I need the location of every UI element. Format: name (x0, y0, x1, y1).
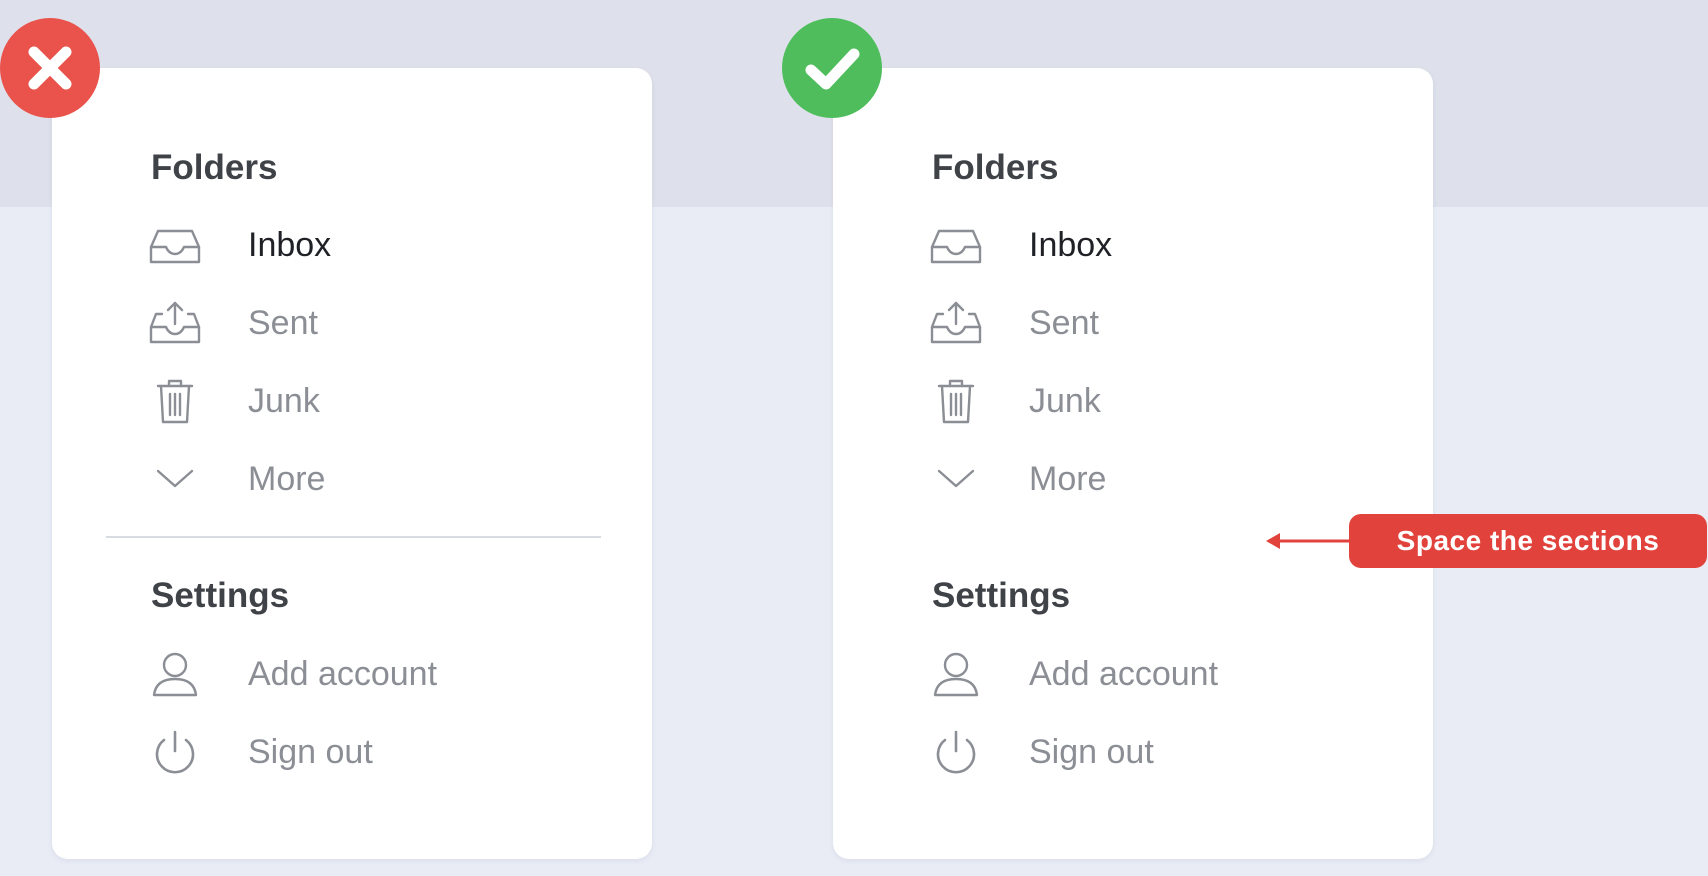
menu-item-add-account[interactable]: Add account (148, 642, 608, 706)
menu-item-label: More (248, 460, 326, 498)
menu-item-label: Sign out (248, 733, 373, 771)
menu-item-label: More (1029, 460, 1107, 498)
menu-item-sent[interactable]: Sent (929, 291, 1389, 355)
check-icon (805, 48, 860, 90)
menu-item-label: Junk (248, 382, 320, 420)
settings-heading: Settings (932, 576, 1071, 615)
trash-icon (929, 378, 983, 424)
menu-item-inbox[interactable]: Inbox (929, 213, 1389, 277)
sent-icon (148, 300, 202, 346)
menu-item-label: Inbox (248, 226, 332, 264)
folders-heading: Folders (151, 148, 278, 187)
section-divider (106, 536, 601, 538)
menu-item-sign-out[interactable]: Sign out (929, 720, 1389, 784)
power-icon (148, 729, 202, 775)
menu-card-good-example: Folders Inbox Sent Junk More Settings Ad… (833, 68, 1433, 859)
menu-card-bad-example: Folders Inbox Sent Junk More Settings Ad… (52, 68, 652, 859)
cross-icon (28, 46, 72, 90)
user-icon (929, 651, 983, 697)
menu-item-add-account[interactable]: Add account (929, 642, 1389, 706)
menu-item-junk[interactable]: Junk (148, 369, 608, 433)
chevron-down-icon (929, 456, 983, 502)
callout-arrow-icon (1264, 526, 1354, 556)
inbox-icon (929, 222, 983, 268)
bad-example-badge (0, 18, 100, 118)
sent-icon (929, 300, 983, 346)
menu-item-junk[interactable]: Junk (929, 369, 1389, 433)
menu-item-more[interactable]: More (148, 447, 608, 511)
chevron-down-icon (148, 456, 202, 502)
settings-heading: Settings (151, 576, 290, 615)
menu-item-label: Add account (248, 655, 438, 693)
folders-heading: Folders (932, 148, 1059, 187)
menu-item-label: Sent (1029, 304, 1099, 342)
menu-item-sign-out[interactable]: Sign out (148, 720, 608, 784)
menu-item-label: Add account (1029, 655, 1219, 693)
menu-item-label: Sign out (1029, 733, 1154, 771)
menu-item-more[interactable]: More (929, 447, 1389, 511)
good-example-badge (782, 18, 882, 118)
menu-item-sent[interactable]: Sent (148, 291, 608, 355)
menu-item-inbox[interactable]: Inbox (148, 213, 608, 277)
inbox-icon (148, 222, 202, 268)
user-icon (148, 651, 202, 697)
trash-icon (148, 378, 202, 424)
menu-item-label: Inbox (1029, 226, 1113, 264)
power-icon (929, 729, 983, 775)
menu-item-label: Junk (1029, 382, 1101, 420)
menu-item-label: Sent (248, 304, 318, 342)
callout-label: Space the sections (1349, 514, 1707, 568)
